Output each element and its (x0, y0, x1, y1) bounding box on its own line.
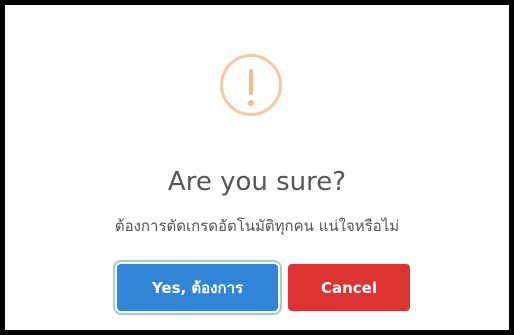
confirm-dialog: Are you sure? ต้องการตัดเกรดอัตโนมัติทุก… (5, 5, 509, 330)
warning-icon-dot (248, 100, 254, 106)
warning-icon-bar (249, 69, 253, 95)
confirm-button[interactable]: Yes, ต้องการ (117, 264, 278, 311)
cancel-button[interactable]: Cancel (288, 264, 410, 311)
dialog-title: Are you sure? (167, 167, 347, 197)
warning-icon (220, 54, 282, 116)
dialog-message: ต้องการตัดเกรดอัตโนมัติทุกคน แน่ใจหรือไม… (114, 217, 400, 235)
